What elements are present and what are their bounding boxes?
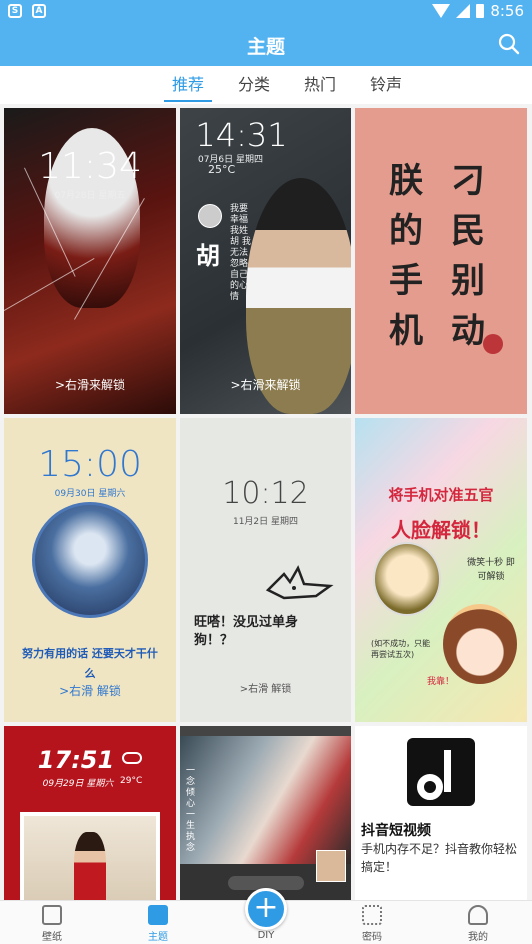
calligraphy-left: 朕的手机	[389, 161, 423, 351]
ad-description: 手机内存不足？抖音教你轻松搞定！	[361, 842, 518, 874]
theme-card[interactable]: 将手机对准五官 人脸解锁！ 微笑十秒 即可解锁 (如不成功，只能再尝试五次) 我…	[355, 418, 527, 722]
shield-notification-icon: S	[8, 4, 22, 18]
system-indicators: 8:56	[432, 2, 524, 20]
lock-date: 09月30日 星期六	[54, 489, 126, 499]
search-icon[interactable]	[498, 33, 520, 55]
thumbnail	[316, 850, 346, 882]
weather-temp: 29°C	[120, 776, 143, 786]
shirt-icon	[148, 905, 168, 925]
category-tabs: 推荐 分类 热门 铃声	[0, 66, 532, 104]
exclaim-text: 我靠！	[427, 677, 455, 687]
cartoon-character	[373, 542, 441, 616]
tiktok-icon	[407, 738, 475, 806]
face-unlock-title: 将手机对准五官	[388, 486, 494, 504]
theme-card[interactable]: 17:51 09月29日 星期六 29°C	[4, 726, 176, 900]
nav-profile[interactable]: 我的	[438, 905, 518, 943]
theme-card[interactable]: 11:34 07月28日 星期五 >右滑来解锁	[4, 108, 176, 414]
unlock-hint: >右滑 解锁	[239, 684, 292, 695]
diy-button[interactable]: +	[245, 888, 287, 930]
nav-wallpaper[interactable]: 壁纸	[12, 905, 92, 943]
dog-doodle	[265, 565, 334, 600]
lock-date: 07月28日 星期五	[54, 191, 126, 201]
woman-photo	[74, 832, 106, 900]
status-time: 8:56	[490, 2, 524, 20]
weather-icon	[122, 752, 142, 764]
nav-themes[interactable]: 主题	[118, 905, 198, 943]
name-label: 胡	[196, 242, 220, 270]
lock-time: 17:51	[37, 746, 115, 774]
theme-card[interactable]: 刁民别动 朕的手机	[355, 108, 527, 414]
notification-icons: S A	[8, 4, 46, 18]
theme-card[interactable]: 一念倾心 一生执念	[180, 726, 351, 900]
dog-caption: 旺嗒！没见过单身狗！？	[194, 615, 299, 648]
theme-grid: 11:34 07月28日 星期五 >右滑来解锁 14:31 07月6日 星期四 …	[0, 104, 532, 900]
tab-recommended[interactable]: 推荐	[164, 66, 213, 104]
calligraphy-right: 刁民别动	[451, 161, 485, 351]
lock-time: 10:12	[222, 476, 309, 511]
wallpaper-icon	[42, 905, 62, 925]
theme-card[interactable]: 14:31 07月6日 星期四 25°C 胡 我要幸福 我姓胡 我无法忽略自己的…	[180, 108, 351, 414]
battery-icon	[476, 4, 485, 18]
nav-label: 我的	[468, 932, 488, 943]
face-unlock-subtitle: 人脸解锁！	[391, 518, 491, 542]
unlock-hint: >右滑 解锁	[59, 684, 121, 698]
motto-text: 努力有用的话 还要天才干什么	[22, 647, 158, 680]
nav-label: 主题	[148, 932, 168, 943]
lock-date: 07月6日 星期四	[197, 155, 264, 165]
ad-title: 抖音短视频	[361, 823, 431, 839]
avatar	[198, 204, 222, 228]
character-circle-image	[32, 502, 148, 618]
unlock-hint: >右滑来解锁	[54, 378, 126, 392]
couple-photo	[180, 736, 351, 864]
wifi-icon	[432, 4, 451, 18]
tab-popular[interactable]: 热门	[296, 66, 344, 104]
nav-label: 密码	[362, 932, 382, 943]
lock-time: 14:31	[195, 116, 288, 154]
app-ad-card[interactable]: 抖音短视频 手机内存不足？抖音教你轻松搞定！	[355, 726, 527, 900]
smile-hint: 微笑十秒 即可解锁	[467, 558, 515, 582]
keypad-icon	[362, 905, 382, 925]
tab-categories[interactable]: 分类	[230, 66, 278, 104]
nav-password[interactable]: 密码	[332, 905, 412, 943]
photo-frame	[20, 812, 160, 900]
tab-ringtones[interactable]: 铃声	[362, 66, 410, 104]
title-bar: 主题	[0, 24, 532, 66]
curly-hair-cartoon	[443, 604, 517, 684]
status-bar: S A 8:56	[0, 0, 532, 24]
lock-time: 15:00	[38, 444, 142, 485]
page-title: 主题	[246, 36, 285, 58]
vertical-caption: 一念倾心 一生执念	[186, 766, 196, 853]
weather-temp: 25°C	[208, 163, 236, 176]
retry-hint: (如不成功，只能再尝试五次)	[371, 639, 431, 659]
signal-icon	[456, 4, 471, 18]
phone-statusbar-image	[180, 726, 351, 736]
poem-text: 我要幸福 我姓胡 我无法忽略自己的心情	[230, 204, 251, 302]
lock-date: 09月29日 星期六	[42, 779, 114, 789]
lock-date: 11月2日 星期四	[232, 517, 299, 527]
red-seal	[483, 334, 503, 354]
lock-time: 11:34	[38, 146, 142, 187]
theme-card[interactable]: 15:00 09月30日 星期六 努力有用的话 还要天才干什么 >右滑 解锁	[4, 418, 176, 722]
app-notification-icon: A	[32, 4, 46, 18]
plus-icon: +	[253, 890, 279, 925]
diy-label: DIY	[257, 930, 275, 941]
nav-label: 壁纸	[42, 932, 62, 943]
theme-card[interactable]: 10:12 11月2日 星期四 旺嗒！没见过单身狗！？ >右滑 解锁	[180, 418, 351, 722]
profile-icon	[468, 905, 488, 925]
unlock-hint: >右滑来解锁	[230, 378, 301, 392]
